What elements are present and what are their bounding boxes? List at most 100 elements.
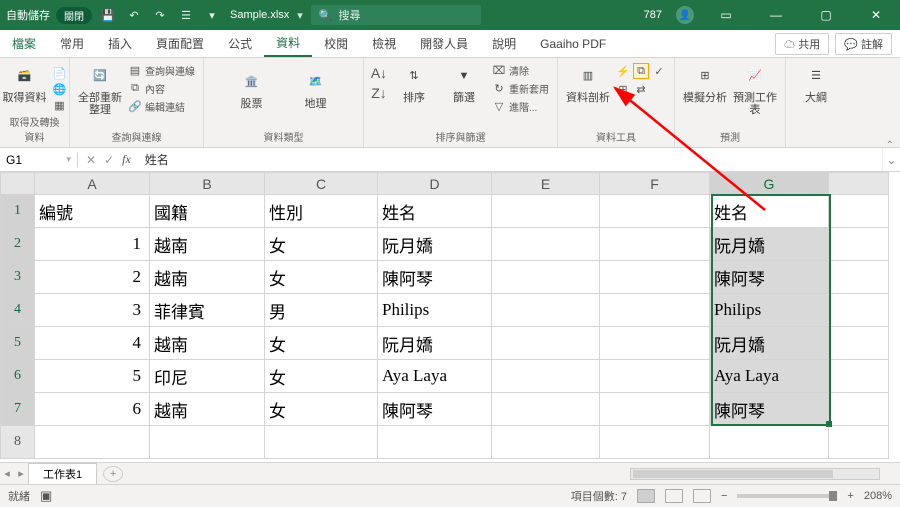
confirm-icon[interactable]: ✓ [104, 153, 114, 167]
row-header[interactable]: 5 [1, 327, 35, 360]
cell[interactable]: 男 [265, 294, 378, 327]
cell[interactable]: 阮月嬌 [378, 327, 492, 360]
cell[interactable] [829, 228, 889, 261]
tab-home[interactable]: 常用 [48, 30, 96, 57]
autosave-toggle[interactable]: 關閉 [56, 7, 92, 24]
sort-asc-icon[interactable]: A↓ [372, 66, 386, 80]
from-web-icon[interactable]: 🌐 [53, 82, 67, 96]
tab-formulas[interactable]: 公式 [216, 30, 264, 57]
zoom-slider[interactable] [737, 494, 837, 498]
zoom-in-icon[interactable]: + [847, 490, 853, 502]
cell[interactable] [265, 426, 378, 459]
record-macro-icon[interactable]: ▣ [40, 488, 52, 504]
cell[interactable]: 菲律賓 [150, 294, 265, 327]
cell[interactable] [492, 195, 600, 228]
row-header[interactable]: 6 [1, 360, 35, 393]
text-to-columns-button[interactable]: ▥資料剖析 [566, 62, 610, 104]
share-button[interactable]: ☁ 共用 [775, 33, 829, 55]
cell[interactable]: 5 [35, 360, 150, 393]
tab-review[interactable]: 校閱 [312, 30, 360, 57]
spreadsheet-grid[interactable]: A B C D E F G 1編號國籍性別姓名姓名21越南女阮月嬌阮月嬌32越南… [0, 172, 889, 459]
cell[interactable] [829, 294, 889, 327]
col-header[interactable]: E [492, 173, 600, 195]
col-header[interactable]: B [150, 173, 265, 195]
redo-icon[interactable]: ↷ [150, 9, 170, 22]
horizontal-scrollbar[interactable] [630, 468, 880, 480]
cell[interactable] [600, 426, 710, 459]
from-text-icon[interactable]: 📄 [53, 66, 67, 80]
cell[interactable] [600, 195, 710, 228]
tab-file[interactable]: 檔案 [0, 30, 48, 57]
expand-formula-icon[interactable]: ⌄ [882, 148, 900, 171]
cell[interactable]: 編號 [35, 195, 150, 228]
cell[interactable]: Aya Laya [378, 360, 492, 393]
formula-input[interactable]: 姓名 [139, 151, 169, 168]
col-header[interactable]: C [265, 173, 378, 195]
consolidate-icon[interactable]: ⊞ [616, 82, 630, 96]
reapply-button[interactable]: ↻重新套用 [492, 80, 549, 96]
cell[interactable]: 阮月嬌 [710, 228, 829, 261]
cell[interactable]: 陳阿琴 [378, 261, 492, 294]
page-layout-view-icon[interactable] [665, 489, 683, 503]
cell[interactable]: 陳阿琴 [378, 393, 492, 426]
cell[interactable]: 性別 [265, 195, 378, 228]
minimize-icon[interactable]: — [758, 8, 794, 22]
get-data-button[interactable]: 🗃️ 取得資料 [3, 62, 47, 104]
cell[interactable]: 陳阿琴 [710, 393, 829, 426]
cell[interactable]: 女 [265, 228, 378, 261]
cell[interactable]: 4 [35, 327, 150, 360]
cell[interactable] [492, 360, 600, 393]
data-validation-icon[interactable]: ✓ [652, 64, 666, 78]
cell[interactable] [378, 426, 492, 459]
cell[interactable] [600, 228, 710, 261]
cell[interactable]: 6 [35, 393, 150, 426]
cell[interactable] [492, 327, 600, 360]
cell[interactable]: 3 [35, 294, 150, 327]
cell[interactable]: Philips [710, 294, 829, 327]
user-avatar-icon[interactable]: 👤 [676, 6, 694, 24]
cell[interactable] [829, 261, 889, 294]
cell[interactable]: 女 [265, 327, 378, 360]
cell[interactable]: 1 [35, 228, 150, 261]
flash-fill-icon[interactable]: ⚡ [616, 64, 630, 78]
cell[interactable] [492, 393, 600, 426]
filter-button[interactable]: ▼篩選 [442, 62, 486, 104]
relationships-icon[interactable]: ⇄ [634, 82, 648, 96]
undo-icon[interactable]: ↶ [124, 9, 144, 22]
outline-button[interactable]: ☰大綱 [794, 62, 838, 104]
cell[interactable] [600, 294, 710, 327]
touch-icon[interactable]: ☰ [176, 9, 196, 22]
cell[interactable]: 越南 [150, 327, 265, 360]
cell[interactable]: 女 [265, 393, 378, 426]
zoom-level[interactable]: 208% [864, 490, 892, 502]
cell[interactable]: 姓名 [378, 195, 492, 228]
properties-button[interactable]: ⧉內容 [128, 80, 195, 96]
close-icon[interactable]: ✕ [858, 8, 894, 22]
cell[interactable] [600, 327, 710, 360]
col-header[interactable] [829, 173, 889, 195]
whatif-button[interactable]: ⊞模擬分析 [683, 62, 727, 104]
cell[interactable] [829, 195, 889, 228]
maximize-icon[interactable]: ▢ [808, 8, 844, 22]
cell[interactable]: 陳阿琴 [710, 261, 829, 294]
row-header[interactable]: 2 [1, 228, 35, 261]
sort-desc-icon[interactable]: Z↓ [372, 86, 386, 100]
cell[interactable] [492, 294, 600, 327]
sheet-tab[interactable]: 工作表1 [28, 463, 97, 484]
qat-dropdown-icon[interactable]: ▾ [202, 9, 222, 22]
cell[interactable] [829, 393, 889, 426]
row-header[interactable]: 4 [1, 294, 35, 327]
clear-filter-button[interactable]: ⌧清除 [492, 62, 549, 78]
tab-gaaiho[interactable]: Gaaiho PDF [528, 30, 618, 57]
cell[interactable]: 2 [35, 261, 150, 294]
cell[interactable] [492, 426, 600, 459]
cell[interactable]: 印尼 [150, 360, 265, 393]
add-sheet-icon[interactable]: + [103, 466, 123, 482]
row-header[interactable]: 3 [1, 261, 35, 294]
search-box[interactable]: 🔍 搜尋 [311, 5, 481, 25]
from-table-icon[interactable]: ▦ [53, 98, 67, 112]
col-header[interactable]: F [600, 173, 710, 195]
cell[interactable] [150, 426, 265, 459]
cell[interactable]: 越南 [150, 228, 265, 261]
page-break-view-icon[interactable] [693, 489, 711, 503]
